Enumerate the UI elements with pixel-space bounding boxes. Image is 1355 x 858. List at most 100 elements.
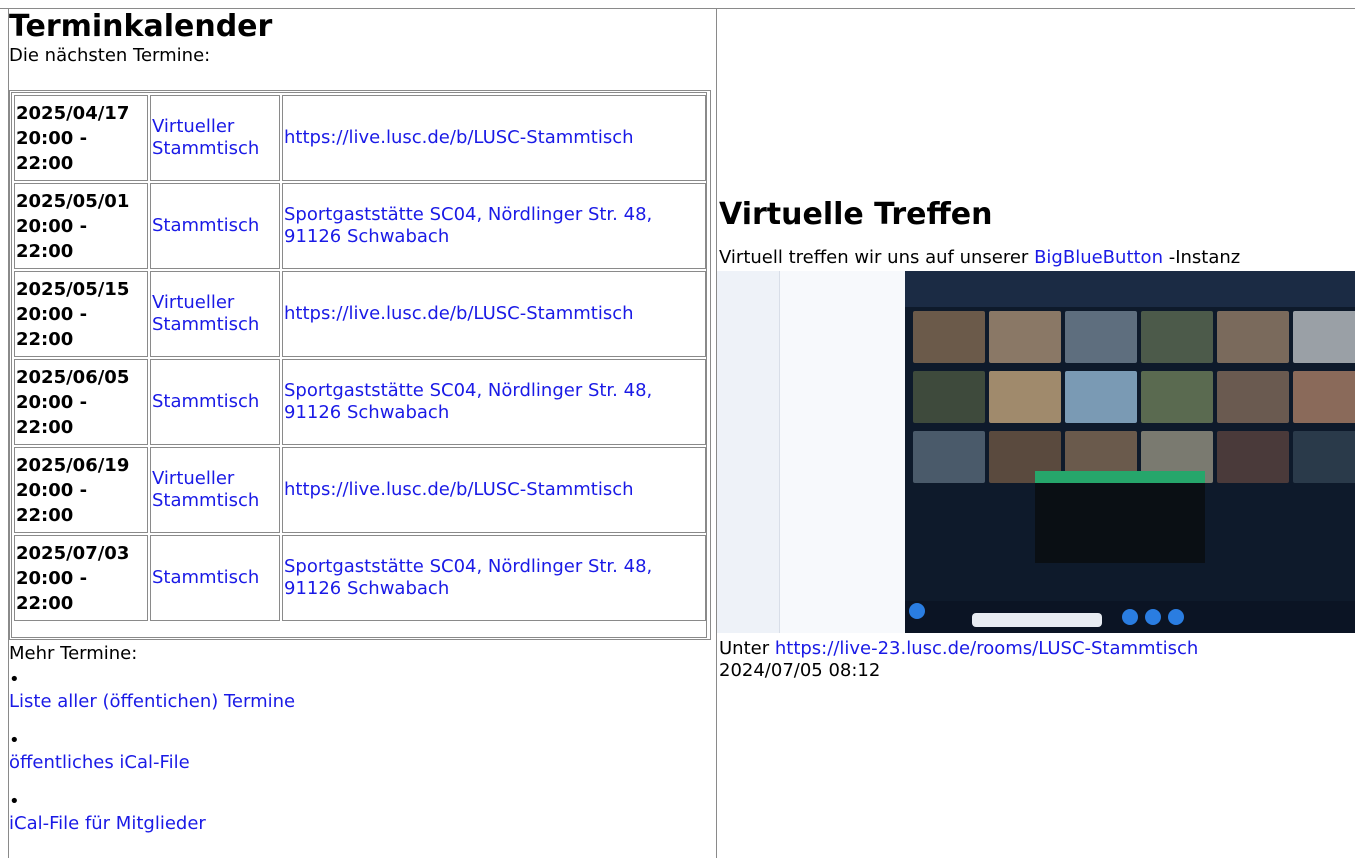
event-type-cell: Stammtisch (150, 359, 280, 445)
event-datetime: 2025/05/01 20:00 - 22:00 (14, 183, 148, 269)
screenshot-button (1122, 609, 1138, 625)
room-url-link[interactable]: https://live-23.lusc.de/rooms/LUSC-Stamm… (775, 638, 1198, 659)
event-type-cell: Virtueller Stammtisch (150, 271, 280, 357)
screenshot-button (1145, 609, 1161, 625)
virtual-intro: Virtuell treffen wir uns auf unserer Big… (719, 247, 1240, 269)
all-events-link[interactable]: Liste aller (öffentichen) Termine (9, 691, 295, 712)
calendar-section: Terminkalender Die nächsten Termine: 202… (9, 9, 715, 834)
event-time2: 22:00 (16, 504, 74, 526)
event-row: 2025/06/05 20:00 - 22:00 Stammtisch Sportgas… (14, 359, 706, 445)
bullet: • (9, 730, 20, 751)
event-time1: 20:00 - (16, 127, 88, 149)
events-table-frame: 2025/04/17 20:00 - 22:00 Virtueller Stammti… (9, 90, 711, 640)
event-date: 2025/06/19 (16, 454, 130, 476)
event-location-cell: https://live.lusc.de/b/LUSC-Stammtisch (282, 271, 706, 357)
last-modified: 2024/07/05 08:12 (719, 660, 881, 681)
screenshot-chat-panel (779, 271, 905, 633)
event-type-cell: Stammtisch (150, 183, 280, 269)
screenshot-button (909, 603, 925, 619)
screenshot-topbar (905, 271, 1355, 307)
video-tile (1141, 311, 1213, 363)
event-date: 2025/06/05 (16, 366, 130, 388)
event-location-link[interactable]: https://live.lusc.de/b/LUSC-Stammtisch (284, 479, 634, 500)
events-table: 2025/04/17 20:00 - 22:00 Virtueller Stammti… (12, 93, 708, 623)
member-ical-link[interactable]: iCal-File für Mitglieder (9, 813, 206, 834)
event-row: 2025/06/19 20:00 - 22:00 Virtueller Stammti… (14, 447, 706, 533)
video-tile (913, 371, 985, 423)
video-tile (1217, 431, 1289, 483)
video-tile (1065, 371, 1137, 423)
video-tile (913, 311, 985, 363)
event-location-link[interactable]: Sportgaststätte SC04, Nördlinger Str. 48… (284, 204, 652, 247)
virtual-intro-suffix: -Instanz (1168, 247, 1241, 268)
video-tile (1065, 311, 1137, 363)
event-row: 2025/07/03 20:00 - 22:00 Stammtisch Sportgas… (14, 535, 706, 621)
virtual-intro-text: Virtuell treffen wir uns auf unserer (719, 247, 1029, 268)
event-location-cell: Sportgaststätte SC04, Nördlinger Str. 48… (282, 183, 706, 269)
event-time1: 20:00 - (16, 391, 88, 413)
event-row: 2025/05/15 20:00 - 22:00 Virtueller Stammti… (14, 271, 706, 357)
event-location-cell: Sportgaststätte SC04, Nördlinger Str. 48… (282, 535, 706, 621)
room-url-prefix: Unter (719, 638, 770, 659)
video-tile (989, 371, 1061, 423)
event-type-cell: Virtueller Stammtisch (150, 447, 280, 533)
event-date: 2025/07/03 (16, 542, 130, 564)
video-tile (1293, 371, 1355, 423)
event-row: 2025/05/01 20:00 - 22:00 Stammtisch Sportgas… (14, 183, 706, 269)
event-location-cell: https://live.lusc.de/b/LUSC-Stammtisch (282, 447, 706, 533)
video-tile (913, 431, 985, 483)
event-time1: 20:00 - (16, 215, 88, 237)
video-tile (1141, 371, 1213, 423)
event-type-link[interactable]: Virtueller Stammtisch (152, 116, 259, 159)
event-type-link[interactable]: Virtueller Stammtisch (152, 292, 259, 335)
event-location-link[interactable]: https://live.lusc.de/b/LUSC-Stammtisch (284, 303, 634, 324)
screenshot-button (1168, 609, 1184, 625)
event-type-cell: Virtueller Stammtisch (150, 95, 280, 181)
bullet: • (9, 791, 20, 812)
video-tile (1217, 371, 1289, 423)
calendar-intro: Die nächsten Termine: (9, 45, 211, 66)
video-tile (1293, 311, 1355, 363)
video-tile (1217, 311, 1289, 363)
more-events-label: Mehr Termine: (9, 643, 138, 664)
events-table-inner: 2025/04/17 20:00 - 22:00 Virtueller Stammti… (11, 92, 707, 638)
event-type-link[interactable]: Virtueller Stammtisch (152, 468, 259, 511)
bullet: • (9, 669, 20, 690)
event-time1: 20:00 - (16, 303, 88, 325)
virtual-title: Virtuelle Treffen (719, 197, 993, 232)
event-location-cell: Sportgaststätte SC04, Nördlinger Str. 48… (282, 359, 706, 445)
event-time2: 22:00 (16, 328, 74, 350)
event-time2: 22:00 (16, 416, 74, 438)
event-date: 2025/05/15 (16, 278, 130, 300)
room-url-line: Unter https://live-23.lusc.de/rooms/LUSC… (719, 638, 1198, 660)
event-time2: 22:00 (16, 240, 74, 262)
event-datetime: 2025/04/17 20:00 - 22:00 (14, 95, 148, 181)
calendar-title: Terminkalender (9, 9, 273, 44)
screenshot-terminal-header (1035, 471, 1205, 483)
video-tile (1293, 431, 1355, 483)
page-layout: Terminkalender Die nächsten Termine: 202… (0, 0, 1355, 858)
event-type-link[interactable]: Stammtisch (152, 391, 259, 412)
event-date: 2025/05/01 (16, 190, 130, 212)
event-type-link[interactable]: Stammtisch (152, 215, 259, 236)
event-type-link[interactable]: Stammtisch (152, 567, 259, 588)
event-time1: 20:00 - (16, 479, 88, 501)
event-date: 2025/04/17 (16, 102, 130, 124)
screenshot-terminal (1035, 483, 1205, 563)
event-datetime: 2025/07/03 20:00 - 22:00 (14, 535, 148, 621)
bigbluebutton-link[interactable]: BigBlueButton (1034, 247, 1163, 268)
event-type-cell: Stammtisch (150, 535, 280, 621)
event-datetime: 2025/06/05 20:00 - 22:00 (14, 359, 148, 445)
event-time1: 20:00 - (16, 567, 88, 589)
video-tile (989, 311, 1061, 363)
event-datetime: 2025/05/15 20:00 - 22:00 (14, 271, 148, 357)
public-ical-link[interactable]: öffentliches iCal-File (9, 752, 190, 773)
event-location-link[interactable]: Sportgaststätte SC04, Nördlinger Str. 48… (284, 556, 652, 599)
more-events-list: • Liste aller (öffentichen) Termine • öf… (9, 669, 295, 852)
event-location-cell: https://live.lusc.de/b/LUSC-Stammtisch (282, 95, 706, 181)
bigbluebutton-screenshot[interactable] (717, 271, 1355, 633)
event-location-link[interactable]: Sportgaststätte SC04, Nördlinger Str. 48… (284, 380, 652, 423)
event-location-link[interactable]: https://live.lusc.de/b/LUSC-Stammtisch (284, 127, 634, 148)
event-time2: 22:00 (16, 592, 74, 614)
event-datetime: 2025/06/19 20:00 - 22:00 (14, 447, 148, 533)
